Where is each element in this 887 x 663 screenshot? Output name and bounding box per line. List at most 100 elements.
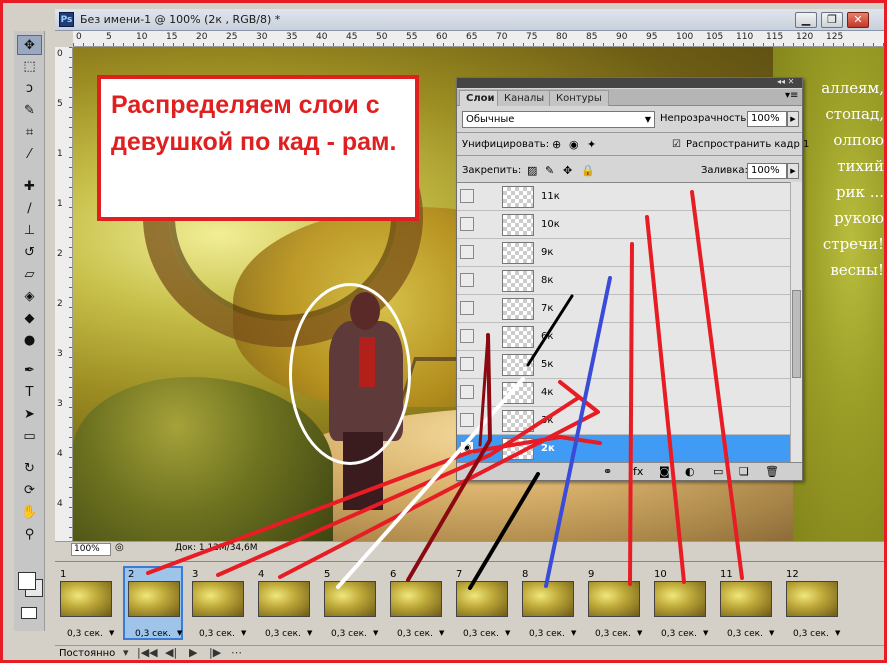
link-layers-icon[interactable]: ⚭ bbox=[603, 464, 612, 479]
visibility-toggle[interactable] bbox=[460, 245, 474, 259]
animation-frame[interactable]: 3 0,3 сек. ▼ bbox=[189, 568, 249, 642]
loop-dropdown-icon[interactable]: ▾ bbox=[123, 646, 129, 660]
quick-select-icon[interactable]: ✎ bbox=[17, 101, 42, 121]
new-layer-icon[interactable]: ❏ bbox=[739, 464, 749, 479]
panel-menu-icon[interactable]: ▾≡ bbox=[785, 90, 798, 101]
chevron-down-icon[interactable]: ▼ bbox=[373, 629, 378, 637]
layer-row[interactable]: 8к bbox=[457, 267, 790, 295]
chevron-down-icon[interactable]: ▼ bbox=[439, 629, 444, 637]
shape-icon[interactable]: ▭ bbox=[17, 427, 42, 447]
tab-paths[interactable]: Контуры bbox=[549, 90, 609, 106]
adjustment-layer-icon[interactable]: ◐ bbox=[685, 464, 695, 479]
history-brush-icon[interactable]: ↺ bbox=[17, 243, 42, 263]
layer-row[interactable]: 6к bbox=[457, 323, 790, 351]
minimize-button[interactable]: ▁ bbox=[795, 12, 817, 28]
layer-row[interactable]: 5к bbox=[457, 351, 790, 379]
layer-row[interactable]: 7к bbox=[457, 295, 790, 323]
next-frame-icon[interactable]: |▶ bbox=[209, 646, 221, 660]
visibility-toggle[interactable] bbox=[460, 273, 474, 287]
loop-select[interactable]: Постоянно bbox=[59, 647, 115, 660]
opacity-input[interactable]: 100% bbox=[747, 111, 787, 127]
eraser-icon[interactable]: ▱ bbox=[17, 265, 42, 285]
delete-layer-icon[interactable]: 🗑 bbox=[765, 464, 779, 479]
layer-style-icon[interactable]: fx bbox=[633, 464, 643, 479]
layer-row[interactable]: ◉ 2к bbox=[457, 435, 790, 462]
healing-icon[interactable]: ✚ bbox=[17, 177, 42, 197]
zoom-level[interactable]: 100% bbox=[71, 543, 111, 556]
path-select-icon[interactable]: ➤ bbox=[17, 405, 42, 425]
chevron-down-icon[interactable]: ▼ bbox=[177, 629, 182, 637]
animation-frame[interactable]: 1 0,3 сек. ▼ bbox=[57, 568, 117, 642]
frame-delay[interactable]: 0,3 сек. bbox=[463, 629, 499, 640]
layer-row[interactable]: 3к bbox=[457, 407, 790, 435]
chevron-down-icon[interactable]: ▼ bbox=[241, 629, 246, 637]
layer-row[interactable]: 10к bbox=[457, 211, 790, 239]
fill-slider-icon[interactable]: ▶ bbox=[787, 163, 799, 179]
lock-all-icon[interactable]: 🔒 bbox=[581, 164, 595, 178]
status-menu-icon[interactable]: ◎ bbox=[115, 542, 124, 553]
chevron-down-icon[interactable]: ▼ bbox=[637, 629, 642, 637]
blur-icon[interactable]: ◆ bbox=[17, 309, 42, 329]
lock-pixels-icon[interactable]: ✎ bbox=[545, 164, 554, 178]
tab-layers[interactable]: Слои bbox=[459, 90, 502, 106]
document-tab-title[interactable]: Без имени-1 @ 100% (2к , RGB/8) * bbox=[80, 13, 280, 26]
animation-frame[interactable]: 7 0,3 сек. ▼ bbox=[453, 568, 513, 642]
bucket-icon[interactable]: ◈ bbox=[17, 287, 42, 307]
propagate-checkbox[interactable]: ☑ bbox=[672, 138, 681, 152]
animation-frame[interactable]: 5 0,3 сек. ▼ bbox=[321, 568, 381, 642]
eye-icon[interactable]: ◉ bbox=[460, 441, 474, 455]
chevron-down-icon[interactable]: ▼ bbox=[769, 629, 774, 637]
visibility-toggle[interactable] bbox=[460, 189, 474, 203]
visibility-toggle[interactable] bbox=[460, 413, 474, 427]
chevron-down-icon[interactable]: ▼ bbox=[307, 629, 312, 637]
chevron-down-icon[interactable]: ▼ bbox=[835, 629, 840, 637]
tween-icon[interactable]: ⋯ bbox=[231, 646, 242, 660]
animation-frame[interactable]: 8 0,3 сек. ▼ bbox=[519, 568, 579, 642]
dodge-icon[interactable]: ● bbox=[17, 331, 42, 351]
visibility-toggle[interactable] bbox=[460, 385, 474, 399]
pen-icon[interactable]: ✒ bbox=[17, 361, 42, 381]
type-icon[interactable]: T bbox=[17, 383, 42, 403]
visibility-toggle[interactable] bbox=[460, 301, 474, 315]
unify-visibility-icon[interactable]: ◉ bbox=[569, 138, 579, 152]
animation-frame[interactable]: 11 0,3 сек. ▼ bbox=[717, 568, 777, 642]
chevron-down-icon[interactable]: ▼ bbox=[571, 629, 576, 637]
brush-icon[interactable]: ∕ bbox=[17, 199, 42, 219]
add-mask-icon[interactable]: ◙ bbox=[659, 464, 670, 479]
layer-row[interactable]: 11к bbox=[457, 183, 790, 211]
layer-row[interactable]: 9к bbox=[457, 239, 790, 267]
visibility-toggle[interactable] bbox=[460, 357, 474, 371]
animation-frame[interactable]: 2 0,3 сек. ▼ bbox=[123, 566, 183, 640]
frame-delay[interactable]: 0,3 сек. bbox=[595, 629, 631, 640]
stamp-icon[interactable]: ⊥ bbox=[17, 221, 42, 241]
animation-frame[interactable]: 10 0,3 сек. ▼ bbox=[651, 568, 711, 642]
move-tool-icon[interactable]: ✥ bbox=[17, 35, 42, 55]
layers-scrollbar[interactable] bbox=[790, 182, 802, 462]
prev-frame-icon[interactable]: ◀| bbox=[165, 646, 177, 660]
restore-button[interactable]: ❐ bbox=[821, 12, 843, 28]
layer-row[interactable]: 4к bbox=[457, 379, 790, 407]
foreground-color-swatch[interactable] bbox=[18, 572, 36, 590]
frame-delay[interactable]: 0,3 сек. bbox=[793, 629, 829, 640]
marquee-icon[interactable]: ⬚ bbox=[17, 57, 42, 77]
first-frame-icon[interactable]: |◀◀ bbox=[137, 646, 158, 660]
zoom-icon[interactable]: ⚲ bbox=[17, 525, 42, 545]
frame-delay[interactable]: 0,3 сек. bbox=[199, 629, 235, 640]
chevron-down-icon[interactable]: ▼ bbox=[703, 629, 708, 637]
opacity-slider-icon[interactable]: ▶ bbox=[787, 111, 799, 127]
visibility-toggle[interactable] bbox=[460, 329, 474, 343]
animation-frame[interactable]: 9 0,3 сек. ▼ bbox=[585, 568, 645, 642]
play-icon[interactable]: ▶ bbox=[189, 646, 197, 660]
frame-delay[interactable]: 0,3 сек. bbox=[397, 629, 433, 640]
unify-style-icon[interactable]: ✦ bbox=[587, 138, 596, 152]
animation-frame[interactable]: 6 0,3 сек. ▼ bbox=[387, 568, 447, 642]
chevron-down-icon[interactable]: ▼ bbox=[505, 629, 510, 637]
eyedropper-icon[interactable]: ⁄ bbox=[17, 145, 42, 165]
close-button[interactable]: ✕ bbox=[847, 12, 869, 28]
3d-rotate-icon[interactable]: ↻ bbox=[17, 459, 42, 479]
frame-delay[interactable]: 0,3 сек. bbox=[331, 629, 367, 640]
new-group-icon[interactable]: ▭ bbox=[713, 464, 723, 479]
frame-delay[interactable]: 0,3 сек. bbox=[727, 629, 763, 640]
visibility-toggle[interactable] bbox=[460, 217, 474, 231]
blend-mode-select[interactable]: Обычные ▼ bbox=[462, 111, 655, 128]
